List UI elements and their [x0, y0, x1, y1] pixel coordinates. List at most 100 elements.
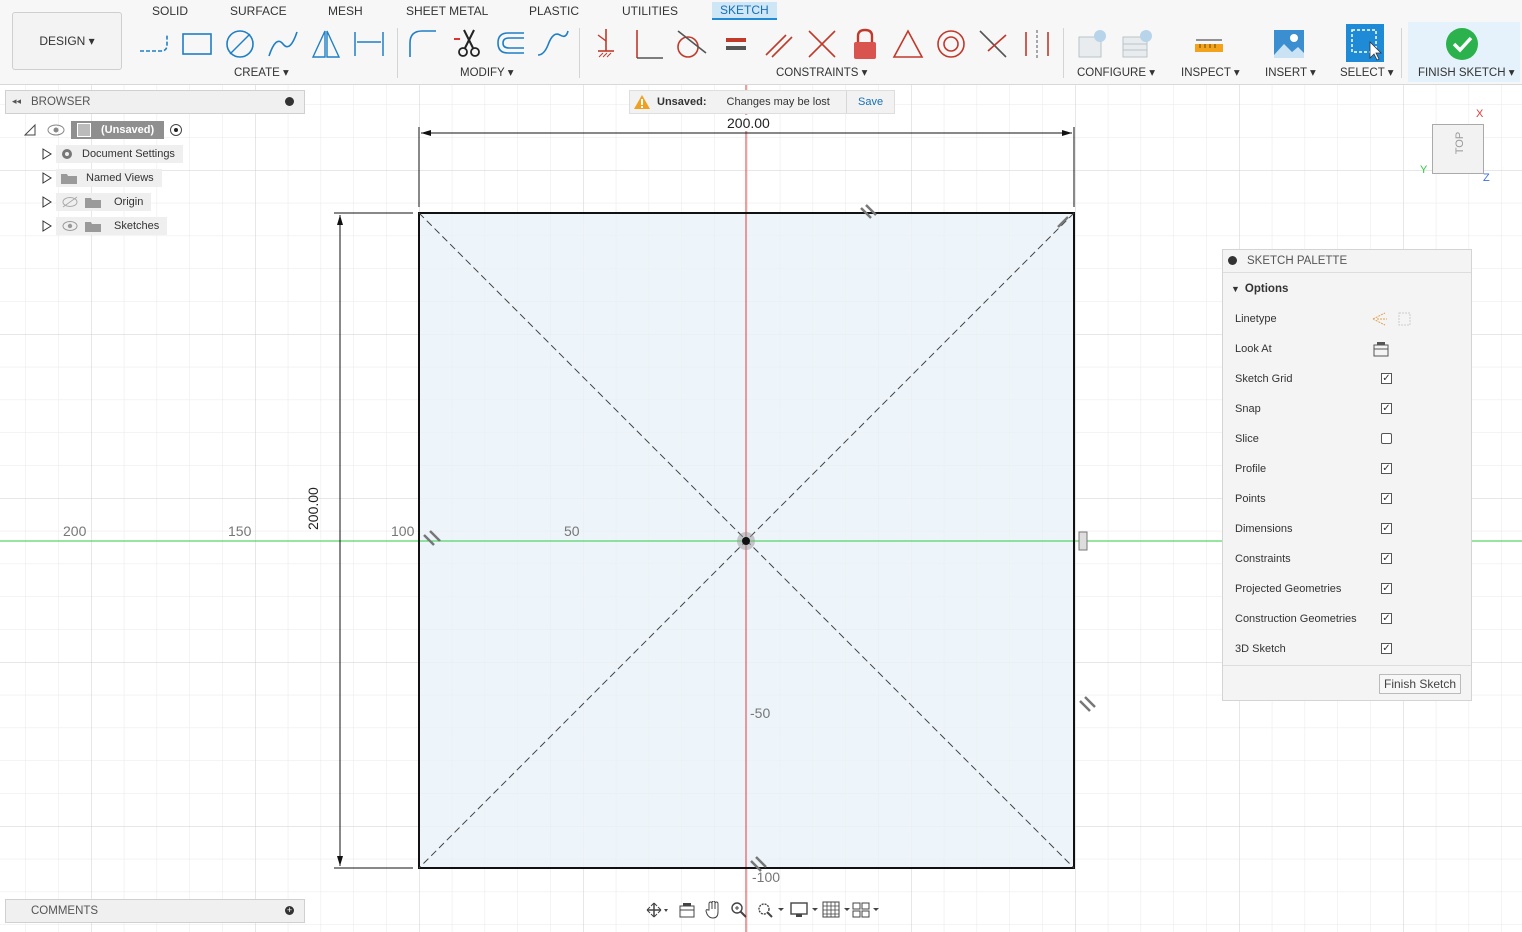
warning-icon: [634, 95, 650, 109]
concentric-constraint-icon[interactable]: [934, 27, 968, 61]
tab-sketch[interactable]: SKETCH: [712, 2, 777, 20]
look-at-icon[interactable]: [1373, 341, 1389, 357]
expand-arrow-icon[interactable]: [40, 195, 54, 209]
dimensions-checkbox[interactable]: ✓: [1381, 523, 1392, 534]
spline-tool-icon[interactable]: [536, 27, 570, 61]
offset-tool-icon[interactable]: [494, 27, 528, 61]
arc-tool-icon[interactable]: [266, 27, 300, 61]
dimension-tool-icon[interactable]: [352, 27, 386, 61]
options-section-header[interactable]: ▼ Options: [1231, 283, 1288, 295]
comments-panel[interactable]: COMMENTS +: [5, 899, 305, 923]
display-settings-icon[interactable]: [790, 901, 820, 919]
select-box-icon[interactable]: [1346, 24, 1384, 62]
slice-checkbox[interactable]: [1381, 433, 1392, 444]
view-cube-face-label[interactable]: TOP: [1454, 132, 1466, 154]
sketches-node[interactable]: Sketches: [56, 217, 168, 235]
zoom-icon[interactable]: [730, 901, 748, 919]
select-menu[interactable]: SELECT ▾: [1340, 65, 1394, 79]
zoom-window-icon[interactable]: [756, 901, 786, 919]
coincident-constraint-icon[interactable]: [805, 27, 839, 61]
sketch-grid-checkbox[interactable]: ✓: [1381, 373, 1392, 384]
browser-root-row[interactable]: (Unsaved): [20, 120, 183, 140]
pan-hand-icon[interactable]: [705, 901, 721, 919]
tangent-constraint-icon[interactable]: [674, 27, 708, 61]
equal-constraint-icon[interactable]: [719, 27, 753, 61]
finish-sketch-button[interactable]: Finish Sketch: [1379, 674, 1462, 694]
insert-menu[interactable]: INSERT ▾: [1265, 65, 1316, 79]
projected-geometries-checkbox[interactable]: ✓: [1381, 583, 1392, 594]
lock-constraint-icon[interactable]: [848, 27, 882, 61]
midpoint-constraint-icon[interactable]: [976, 27, 1010, 61]
tab-plastic[interactable]: PLASTIC: [529, 4, 579, 18]
save-link[interactable]: Save: [858, 96, 883, 108]
named-views-node[interactable]: Named Views: [56, 169, 162, 187]
tab-solid[interactable]: SOLID: [152, 4, 188, 18]
mirror-tool-icon[interactable]: [309, 27, 343, 61]
dim-horizontal-value[interactable]: 200.00: [725, 115, 772, 131]
dim-vertical-value[interactable]: 200.00: [305, 487, 321, 530]
finish-sketch-checkmark-icon[interactable]: [1445, 27, 1479, 61]
construction-geometries-checkbox[interactable]: ✓: [1381, 613, 1392, 624]
snap-checkbox[interactable]: ✓: [1381, 403, 1392, 414]
tab-surface[interactable]: SURFACE: [230, 4, 287, 18]
insert-image-icon[interactable]: [1272, 27, 1306, 61]
modify-menu[interactable]: MODIFY ▾: [460, 65, 513, 79]
linetype-construction-icon[interactable]: [1371, 311, 1411, 327]
trim-scissors-icon[interactable]: [452, 27, 486, 61]
add-comment-icon[interactable]: +: [285, 906, 294, 915]
create-menu[interactable]: CREATE ▾: [234, 65, 289, 79]
look-at-icon[interactable]: [679, 902, 695, 918]
grid-settings-icon[interactable]: [822, 901, 852, 919]
document-settings-node[interactable]: Document Settings: [56, 145, 183, 163]
circle-tool-icon[interactable]: [223, 27, 257, 61]
inspect-menu[interactable]: INSPECT ▾: [1181, 65, 1240, 79]
finish-sketch-menu[interactable]: FINISH SKETCH ▾: [1418, 65, 1515, 79]
collapse-palette-icon[interactable]: [1228, 256, 1237, 265]
measure-ruler-icon[interactable]: [1192, 27, 1226, 61]
points-checkbox[interactable]: ✓: [1381, 493, 1392, 504]
visibility-eye-icon[interactable]: [60, 219, 80, 233]
browser-panel-header[interactable]: ◂◂ BROWSER: [5, 90, 305, 114]
viewports-icon[interactable]: [852, 901, 882, 919]
expand-arrow-icon[interactable]: [40, 219, 54, 233]
browser-item-document-settings[interactable]: Document Settings: [20, 144, 183, 164]
browser-item-sketches[interactable]: Sketches: [20, 216, 168, 236]
minimize-panel-icon[interactable]: [285, 97, 294, 106]
parameters-icon[interactable]: [1076, 27, 1110, 61]
hidden-eye-icon[interactable]: [60, 195, 80, 209]
expand-arrow-icon[interactable]: [40, 171, 54, 185]
profile-checkbox[interactable]: ✓: [1381, 463, 1392, 474]
constraints-menu[interactable]: CONSTRAINTS ▾: [776, 65, 867, 79]
perpendicular-constraint-icon[interactable]: [632, 27, 666, 61]
unsaved-notification: Unsaved: Changes may be lost Save: [629, 90, 895, 114]
table-config-icon[interactable]: [1120, 27, 1154, 61]
browser-item-named-views[interactable]: Named Views: [20, 168, 162, 188]
constraint-glyph-box[interactable]: [1078, 531, 1088, 551]
rectangle-tool-icon[interactable]: [180, 27, 214, 61]
configure-menu[interactable]: CONFIGURE ▾: [1077, 65, 1155, 79]
3d-sketch-checkbox[interactable]: ✓: [1381, 643, 1392, 654]
constraints-checkbox[interactable]: ✓: [1381, 553, 1392, 564]
design-workspace-button[interactable]: DESIGN ▾: [12, 12, 122, 70]
expand-triangle-icon[interactable]: [23, 123, 37, 137]
orbit-icon[interactable]: [646, 902, 668, 918]
browser-item-origin[interactable]: Origin: [20, 192, 152, 212]
symmetry-triangle-icon[interactable]: [891, 27, 925, 61]
sketch-palette-header[interactable]: SKETCH PALETTE: [1223, 250, 1471, 273]
root-document-label[interactable]: (Unsaved): [71, 121, 165, 139]
tab-mesh[interactable]: MESH: [328, 4, 363, 18]
fillet-tool-icon[interactable]: [406, 27, 440, 61]
tab-utilities[interactable]: UTILITIES: [622, 4, 678, 18]
view-cube[interactable]: TOP: [1432, 124, 1484, 174]
expand-arrow-icon[interactable]: [40, 147, 54, 161]
origin-point[interactable]: [742, 537, 750, 545]
visibility-eye-icon[interactable]: [45, 123, 67, 137]
symmetric-constraint-icon[interactable]: [1020, 27, 1054, 61]
origin-node[interactable]: Origin: [56, 193, 152, 211]
activate-radio-icon[interactable]: [170, 124, 183, 136]
collapse-panel-icon[interactable]: ◂◂: [12, 96, 21, 107]
parallel-constraint-icon[interactable]: [762, 27, 796, 61]
fix-constraint-icon[interactable]: [588, 27, 622, 61]
line-tool-icon[interactable]: [137, 27, 171, 61]
tab-sheet-metal[interactable]: SHEET METAL: [406, 4, 488, 18]
